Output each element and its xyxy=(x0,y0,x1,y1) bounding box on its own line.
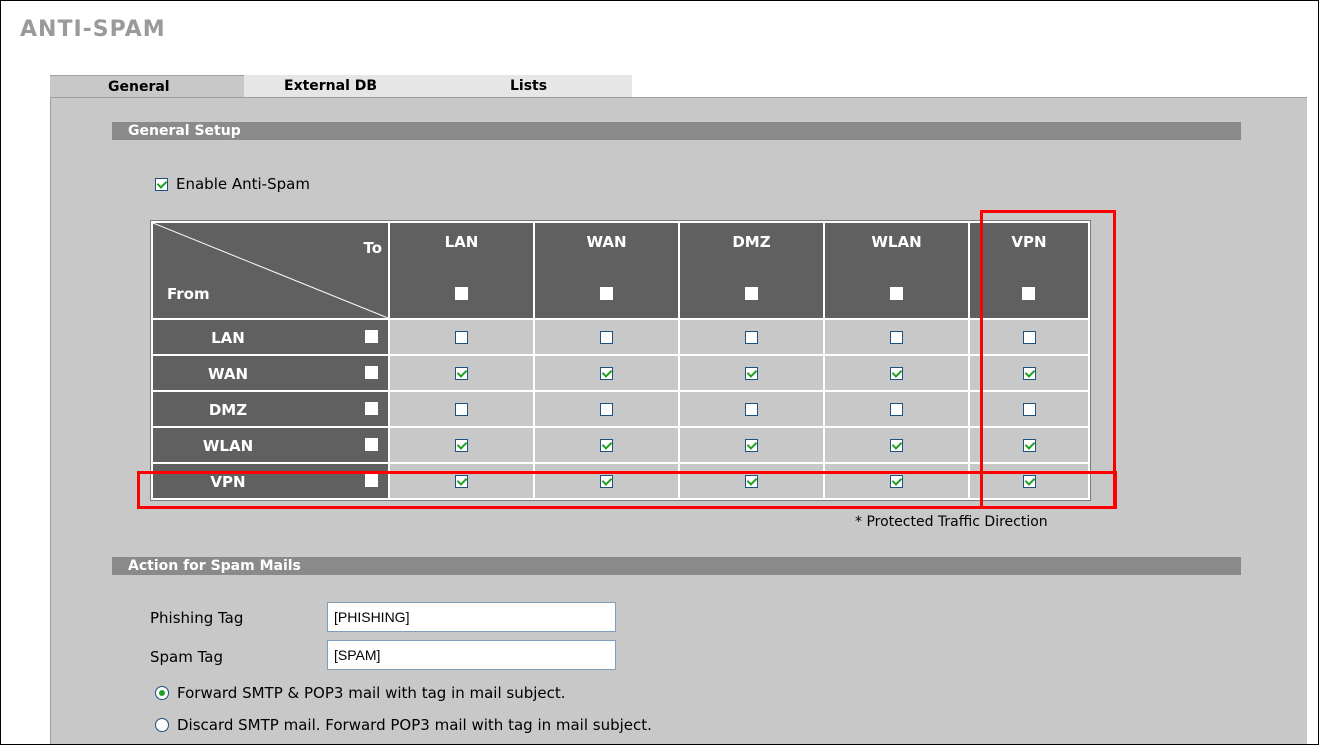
phishing-tag-label: Phishing Tag xyxy=(150,609,244,627)
column-header-wan: WAN xyxy=(535,223,678,318)
tab-external-db[interactable]: External DB xyxy=(244,75,438,97)
row-label: WAN xyxy=(207,365,249,383)
matrix-row-lan: LAN xyxy=(153,320,1088,354)
column-label: LAN xyxy=(444,233,479,251)
column-header-wlan: WLAN xyxy=(825,223,968,318)
traffic-direction-matrix: To From LAN WAN DMZ WLAN VPN LAN WAN DMZ… xyxy=(150,220,1091,501)
discard-option-label: Discard SMTP mail. Forward POP3 mail wit… xyxy=(177,716,652,734)
spam-tag-input[interactable]: [SPAM] xyxy=(327,640,616,670)
tab-panel: General Setup Enable Anti-Spam To From L… xyxy=(50,97,1307,744)
column-select-all-checkbox[interactable] xyxy=(889,287,903,300)
discard-option-row: Discard SMTP mail. Forward POP3 mail wit… xyxy=(155,716,652,734)
direction-checkbox[interactable] xyxy=(600,331,613,344)
row-label: LAN xyxy=(211,329,245,347)
direction-checkbox[interactable] xyxy=(890,367,903,380)
column-select-all-checkbox[interactable] xyxy=(454,287,468,300)
row-select-all-checkbox[interactable] xyxy=(365,330,378,343)
row-label: WLAN xyxy=(202,437,254,455)
general-setup-header: General Setup xyxy=(112,122,1241,140)
row-header: LAN xyxy=(153,320,388,354)
column-header-dmz: DMZ xyxy=(680,223,823,318)
matrix-row-wan: WAN xyxy=(153,356,1088,390)
diagonal-divider xyxy=(153,223,388,318)
row-header: WLAN xyxy=(153,428,388,462)
forward-option-row: Forward SMTP & POP3 mail with tag in mai… xyxy=(155,684,566,702)
direction-checkbox[interactable] xyxy=(600,403,613,416)
forward-option-label: Forward SMTP & POP3 mail with tag in mai… xyxy=(177,684,566,702)
row-header: WAN xyxy=(153,356,388,390)
vpn-row-highlight xyxy=(137,471,1117,509)
from-label: From xyxy=(167,285,210,303)
forward-radio[interactable] xyxy=(155,686,169,700)
direction-checkbox[interactable] xyxy=(745,367,758,380)
row-select-all-checkbox[interactable] xyxy=(365,402,378,415)
enable-anti-spam-row: Enable Anti-Spam xyxy=(155,175,310,193)
to-label: To xyxy=(363,239,382,257)
direction-checkbox[interactable] xyxy=(890,439,903,452)
page-title: ANTI-SPAM xyxy=(20,17,166,42)
column-label: WLAN xyxy=(871,233,922,251)
enable-anti-spam-checkbox[interactable] xyxy=(155,177,168,191)
spam-tag-label: Spam Tag xyxy=(150,648,224,666)
column-select-all-checkbox[interactable] xyxy=(744,287,758,300)
direction-checkbox[interactable] xyxy=(455,439,468,452)
direction-checkbox[interactable] xyxy=(890,331,903,344)
column-select-all-checkbox[interactable] xyxy=(599,287,613,300)
phishing-tag-input[interactable]: [PHISHING] xyxy=(327,602,616,632)
direction-checkbox[interactable] xyxy=(600,367,613,380)
direction-checkbox[interactable] xyxy=(600,439,613,452)
direction-checkbox[interactable] xyxy=(890,403,903,416)
row-select-all-checkbox[interactable] xyxy=(365,438,378,451)
spam-action-header: Action for Spam Mails xyxy=(112,557,1241,575)
matrix-corner: To From xyxy=(153,223,388,318)
column-label: WAN xyxy=(586,233,627,251)
matrix-row-dmz: DMZ xyxy=(153,392,1088,426)
anti-spam-page: ANTI-SPAM General External DB Lists Gene… xyxy=(0,0,1319,745)
vpn-column-highlight xyxy=(980,210,1116,509)
direction-checkbox[interactable] xyxy=(455,403,468,416)
discard-radio[interactable] xyxy=(155,718,169,732)
direction-checkbox[interactable] xyxy=(745,403,758,416)
column-label: DMZ xyxy=(732,233,771,251)
direction-checkbox[interactable] xyxy=(745,331,758,344)
direction-checkbox[interactable] xyxy=(455,367,468,380)
direction-checkbox[interactable] xyxy=(745,439,758,452)
protected-traffic-note: * Protected Traffic Direction xyxy=(855,514,1048,530)
enable-anti-spam-label: Enable Anti-Spam xyxy=(176,175,310,193)
row-select-all-checkbox[interactable] xyxy=(365,366,378,379)
row-label: DMZ xyxy=(208,401,248,419)
tab-lists[interactable]: Lists xyxy=(438,75,632,97)
tab-general[interactable]: General xyxy=(50,75,244,97)
row-header: DMZ xyxy=(153,392,388,426)
matrix-row-wlan: WLAN xyxy=(153,428,1088,462)
tab-bar: General External DB Lists xyxy=(50,75,632,97)
direction-checkbox[interactable] xyxy=(455,331,468,344)
column-header-lan: LAN xyxy=(390,223,533,318)
